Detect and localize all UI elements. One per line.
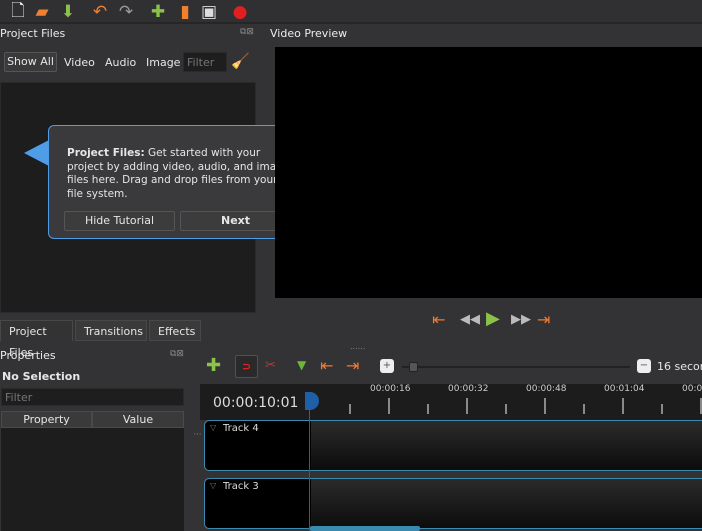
track-row[interactable]: ▽ Track 3: [204, 478, 702, 529]
zoom-level-label: 16 seconds: [657, 360, 702, 373]
splitter-handle[interactable]: ⋮: [193, 430, 202, 438]
track-row[interactable]: ▽ Track 4: [204, 420, 702, 471]
track-collapse-icon[interactable]: ▽: [210, 423, 216, 432]
next-marker-icon[interactable]: ⇥: [346, 356, 359, 375]
ruler-label: 00:00:48: [526, 384, 567, 394]
tab-effects[interactable]: Effects: [149, 320, 201, 341]
timecode-display: 00:00:10:01: [213, 395, 299, 411]
ruler-tick: [544, 398, 546, 414]
properties-table: Property Value: [1, 411, 184, 531]
tutorial-popup: Project Files: Get started with your pro…: [48, 125, 298, 239]
ruler-label: 00:00:16: [370, 384, 411, 394]
properties-title: Properties: [0, 349, 56, 362]
hide-tutorial-button[interactable]: Hide Tutorial: [64, 211, 175, 231]
dock-float-close-icon[interactable]: ⧉⊠: [170, 349, 184, 359]
ruler-tick: [349, 404, 351, 414]
ruler-tick: [466, 398, 468, 414]
jump-to-start-icon[interactable]: ⇤: [432, 310, 445, 329]
splitter-handle[interactable]: ......: [350, 342, 365, 351]
ruler-tick: [661, 404, 663, 414]
ruler-label: 00:01:04: [604, 384, 645, 394]
filter-audio[interactable]: Audio: [105, 56, 136, 69]
tab-transitions[interactable]: Transitions: [75, 320, 147, 341]
open-project-icon[interactable]: ▰: [32, 2, 52, 22]
ruler-tick: [388, 398, 390, 414]
fullscreen-icon[interactable]: ▣: [199, 2, 219, 22]
add-marker-icon[interactable]: ▼: [297, 358, 306, 372]
dock-float-close-icon[interactable]: ⧉⊠: [240, 27, 254, 37]
video-preview-canvas: [275, 47, 702, 298]
tutorial-text: Project Files: Get started with your pro…: [67, 147, 291, 201]
video-preview-title: Video Preview: [270, 27, 348, 40]
ruler-tick: [427, 404, 429, 414]
filter-show-all[interactable]: Show All: [4, 52, 57, 72]
filter-image[interactable]: Image: [146, 56, 180, 69]
project-files-filter-input[interactable]: [183, 52, 227, 72]
ruler-label: 00:00:32: [448, 384, 489, 394]
column-header-value[interactable]: Value: [92, 411, 184, 428]
zoom-slider-handle[interactable]: [408, 362, 418, 372]
new-project-icon[interactable]: 🗋: [8, 1, 28, 22]
zoom-slider[interactable]: [402, 362, 630, 372]
redo-icon[interactable]: ↷: [116, 2, 136, 22]
filter-video[interactable]: Video: [64, 56, 95, 69]
fast-forward-icon[interactable]: ▶▶: [511, 312, 531, 327]
tutorial-heading: Project Files:: [67, 147, 145, 159]
track-header[interactable]: ▽ Track 4: [205, 421, 311, 470]
properties-filter-input[interactable]: [1, 388, 184, 406]
undo-icon[interactable]: ↶: [90, 2, 110, 22]
ruler-tick: [505, 404, 507, 414]
rewind-icon[interactable]: ◀◀: [460, 312, 480, 327]
zoom-in-icon[interactable]: +: [380, 359, 394, 373]
ruler-label: 00:01:20: [682, 384, 702, 394]
playhead-line[interactable]: [309, 404, 310, 531]
main-toolbar: 🗋 ▰ ⬇ ↶ ↷ ✚ ▮ ▣ ●: [0, 0, 702, 24]
export-video-icon[interactable]: ●: [230, 2, 250, 22]
timeline-horizontal-scrollbar[interactable]: [310, 526, 420, 531]
tutorial-pointer-arrow: [24, 140, 49, 166]
play-icon[interactable]: ▶: [486, 308, 500, 329]
tab-project-files[interactable]: Project Files: [0, 320, 73, 359]
import-files-icon[interactable]: ✚: [148, 2, 168, 22]
snapping-magnet-icon[interactable]: ⊃: [235, 355, 258, 378]
track-header[interactable]: ▽ Track 3: [205, 479, 311, 528]
ruler-tick: [583, 404, 585, 414]
track-name: Track 4: [223, 423, 259, 434]
column-header-property[interactable]: Property: [1, 411, 92, 428]
selection-label: No Selection: [2, 370, 81, 383]
choose-profile-icon[interactable]: ▮: [175, 2, 195, 22]
ruler-tick: [622, 398, 624, 414]
track-collapse-icon[interactable]: ▽: [210, 481, 216, 490]
previous-marker-icon[interactable]: ⇤: [320, 356, 333, 375]
add-track-icon[interactable]: ✚: [206, 355, 221, 376]
track-name: Track 3: [223, 481, 259, 492]
jump-to-end-icon[interactable]: ⇥: [537, 310, 550, 329]
clear-filter-broom-icon[interactable]: 🧹: [231, 52, 250, 70]
save-project-icon[interactable]: ⬇: [58, 2, 78, 22]
zoom-out-icon[interactable]: −: [637, 359, 651, 373]
razor-scissors-icon[interactable]: ✂: [265, 358, 276, 373]
project-files-title: Project Files: [0, 27, 66, 40]
